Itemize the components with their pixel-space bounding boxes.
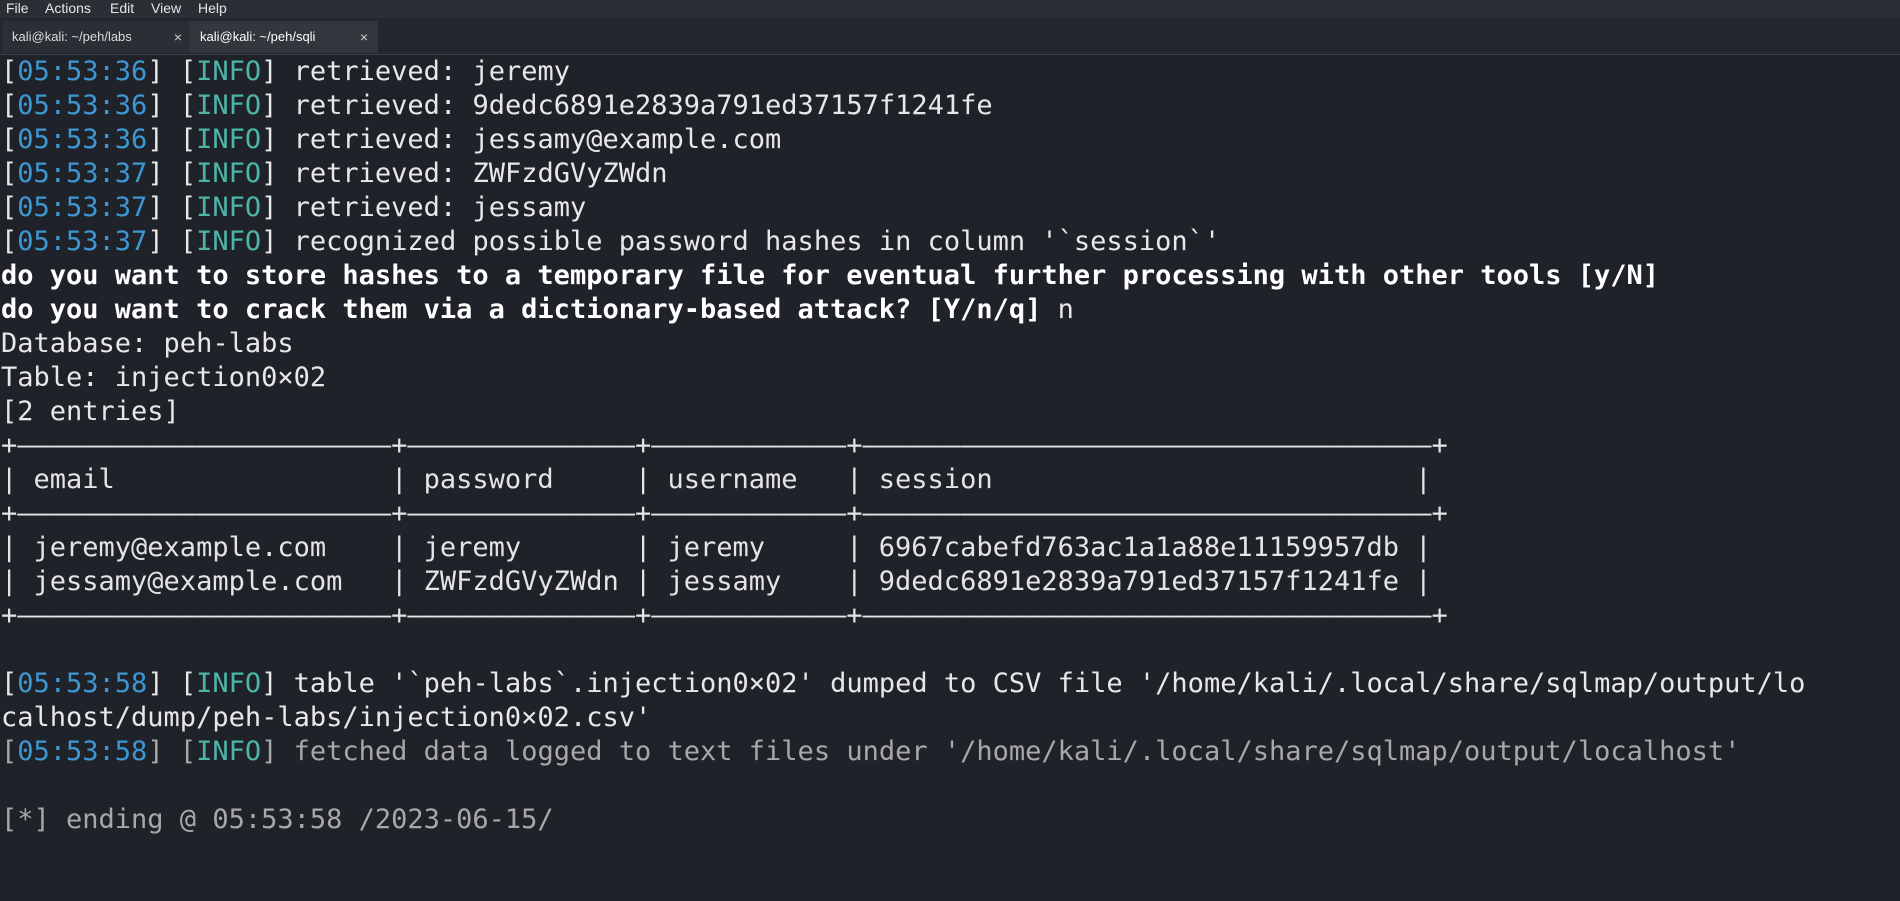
menu-actions[interactable]: Actions [45, 0, 91, 17]
menu-file[interactable]: File [6, 0, 29, 17]
terminal-output[interactable]: [05:53:36] [INFO] retrieved: jeremy [05:… [0, 54, 1900, 901]
table-row: | jessamy@example.com | ZWFzdGVyZWdn | j… [1, 566, 1432, 597]
tab-title: kali@kali: ~/peh/labs [12, 29, 132, 44]
menu-bar: File Actions Edit View Help [0, 0, 1900, 18]
database-label: Database: peh-labs [1, 328, 294, 359]
close-icon[interactable]: × [360, 21, 368, 53]
menu-view[interactable]: View [151, 0, 181, 17]
prompt-store-hashes: do you want to store hashes to a tempora… [1, 260, 1660, 291]
log-line: [05:53:37] [INFO] retrieved: ZWFzdGVyZWd… [1, 158, 668, 189]
table-border: +———————————————————————+——————————————+… [1, 498, 1448, 529]
log-line: [05:53:58] [INFO] table '`peh-labs`.inje… [1, 668, 1806, 699]
log-line: [05:53:37] [INFO] retrieved: jessamy [1, 192, 587, 223]
log-line-continued: calhost/dump/peh-labs/injection0×02.csv' [1, 702, 652, 733]
table-label: Table: injection0×02 [1, 362, 327, 393]
prompt-answer: n [1041, 294, 1074, 325]
log-line: [05:53:58] [INFO] fetched data logged to… [1, 736, 1741, 767]
close-icon[interactable]: × [174, 21, 182, 53]
menu-help[interactable]: Help [198, 0, 227, 17]
log-line: [05:53:36] [INFO] retrieved: 9dedc6891e2… [1, 90, 993, 121]
menu-edit[interactable]: Edit [110, 0, 134, 17]
tab-title: kali@kali: ~/peh/sqli [200, 29, 316, 44]
log-line: [05:53:36] [INFO] retrieved: jeremy [1, 56, 570, 87]
entries-count: [2 entries] [1, 396, 180, 427]
table-border: +———————————————————————+——————————————+… [1, 430, 1448, 461]
log-line: [05:53:37] [INFO] recognized possible pa… [1, 226, 1221, 257]
table-header: | email | password | username | session … [1, 464, 1432, 495]
tab-bar: kali@kali: ~/peh/labs × kali@kali: ~/peh… [0, 18, 1900, 55]
table-border: +———————————————————————+——————————————+… [1, 600, 1448, 631]
tab-peh-sqli[interactable]: kali@kali: ~/peh/sqli × [190, 21, 378, 53]
ending-line: [*] ending @ 05:53:58 /2023-06-15/ [1, 804, 554, 835]
tab-peh-labs[interactable]: kali@kali: ~/peh/labs × [2, 21, 192, 53]
table-row: | jeremy@example.com | jeremy | jeremy |… [1, 532, 1432, 563]
prompt-crack-hashes: do you want to crack them via a dictiona… [1, 294, 1074, 325]
log-line: [05:53:36] [INFO] retrieved: jessamy@exa… [1, 124, 782, 155]
